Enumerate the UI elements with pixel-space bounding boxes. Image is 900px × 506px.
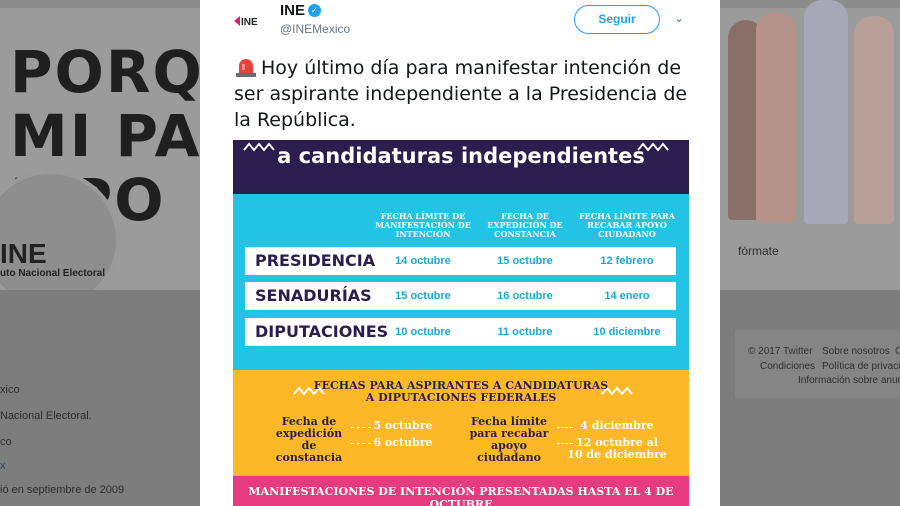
banner-photo bbox=[720, 0, 900, 232]
siren-icon bbox=[236, 59, 256, 77]
divider bbox=[351, 427, 371, 428]
table-row: PRESIDENCIA 14 octubre 15 octubre 12 feb… bbox=[245, 247, 676, 275]
table-row: SENADURÍAS 15 octubre 16 octubre 14 ener… bbox=[245, 282, 676, 310]
federal-right-value-1: 4 diciembre bbox=[580, 419, 654, 432]
federal-right-value-2: 12 octubre al 10 de diciembre bbox=[567, 436, 667, 461]
footer-link-copyright: © 2017 Twitter bbox=[748, 346, 813, 357]
table-cell: 10 diciembre bbox=[593, 326, 661, 338]
banner-text-line-2: MI PA bbox=[10, 102, 202, 170]
infographic-title: a candidaturas independientes bbox=[277, 144, 645, 168]
table-row: DIPUTACIONES 10 octubre 11 octubre 10 di… bbox=[245, 318, 676, 346]
profile-info-4[interactable]: x bbox=[0, 460, 6, 472]
profile-info-1: xico bbox=[0, 384, 20, 396]
federal-left-value-1: 5 octubre bbox=[373, 419, 433, 432]
table-cell: 16 octubre bbox=[497, 290, 553, 302]
footer-link-ads[interactable]: Información sobre anun bbox=[798, 375, 900, 386]
banner-tag: fórmate bbox=[738, 244, 779, 258]
column-header-3: FECHA LÍMITE PARA RECABAR APOYO CIUDADAN… bbox=[579, 211, 675, 239]
follow-button[interactable]: Seguir bbox=[574, 5, 660, 34]
profile-logo-subtitle: uto Nacional Electoral bbox=[0, 268, 106, 279]
profile-info-2: Nacional Electoral. bbox=[0, 410, 92, 422]
column-header-2: FECHA DE EXPEDICIÓN DE CONSTANCIA bbox=[487, 211, 563, 239]
profile-logo: INE bbox=[0, 238, 47, 269]
footer-link-terms[interactable]: Condiciones bbox=[760, 361, 815, 372]
federal-left-label: Fecha de expedición de constancia bbox=[275, 415, 343, 464]
footer-link-privacy[interactable]: Política de privacid bbox=[822, 361, 900, 372]
footer-banner-text: MANIFESTACIONES DE INTENCIÓN PRESENTADAS… bbox=[248, 485, 674, 506]
federal-left-value-2: 6 octubre bbox=[373, 436, 433, 449]
table-cell: 12 febrero bbox=[600, 255, 654, 267]
profile-info-3: co bbox=[0, 436, 12, 448]
infographic-image[interactable]: a candidaturas independientes FECHA LÍMI… bbox=[233, 140, 689, 506]
profile-info-5: ió en septiembre de 2009 bbox=[0, 484, 125, 496]
author-name[interactable]: INE bbox=[280, 2, 305, 19]
table-cell: 14 enero bbox=[604, 290, 650, 302]
table-cell: 15 octubre bbox=[497, 255, 553, 267]
author-handle[interactable]: @INEMexico bbox=[280, 22, 350, 36]
column-header-1: FECHA LÍMITE DE MANIFESTACIÓN DE INTENCI… bbox=[375, 211, 471, 239]
ine-logo-icon[interactable]: INE bbox=[234, 14, 270, 28]
tweet-modal: INE INE ✓ @INEMexico Seguir ⌄ Hoy último… bbox=[200, 0, 720, 506]
federal-mid-label: Fecha límite para recabar apoyo ciudadan… bbox=[469, 415, 549, 464]
row-label-presidencia: PRESIDENCIA bbox=[255, 251, 376, 270]
divider bbox=[351, 443, 371, 444]
chevron-down-icon[interactable]: ⌄ bbox=[674, 11, 684, 25]
svg-text:INE: INE bbox=[241, 17, 258, 28]
federal-title: FECHAS PARA ASPIRANTES A CANDIDATURAS A … bbox=[313, 379, 609, 404]
row-label-diputaciones: DIPUTACIONES bbox=[255, 322, 389, 341]
verified-badge-icon: ✓ bbox=[308, 4, 321, 17]
table-cell: 11 octubre bbox=[497, 326, 553, 338]
table-cell: 14 octubre bbox=[395, 255, 451, 267]
tweet-text: Hoy último día para manifestar intención… bbox=[234, 55, 704, 133]
footer-link-about[interactable]: Sobre nosotros bbox=[822, 346, 890, 357]
footer-link-c[interactable]: C bbox=[895, 346, 900, 357]
table-cell: 15 octubre bbox=[395, 290, 451, 302]
row-label-senadurias: SENADURÍAS bbox=[255, 286, 372, 305]
tweet-body: Hoy último día para manifestar intención… bbox=[234, 57, 688, 131]
table-cell: 10 octubre bbox=[395, 326, 451, 338]
